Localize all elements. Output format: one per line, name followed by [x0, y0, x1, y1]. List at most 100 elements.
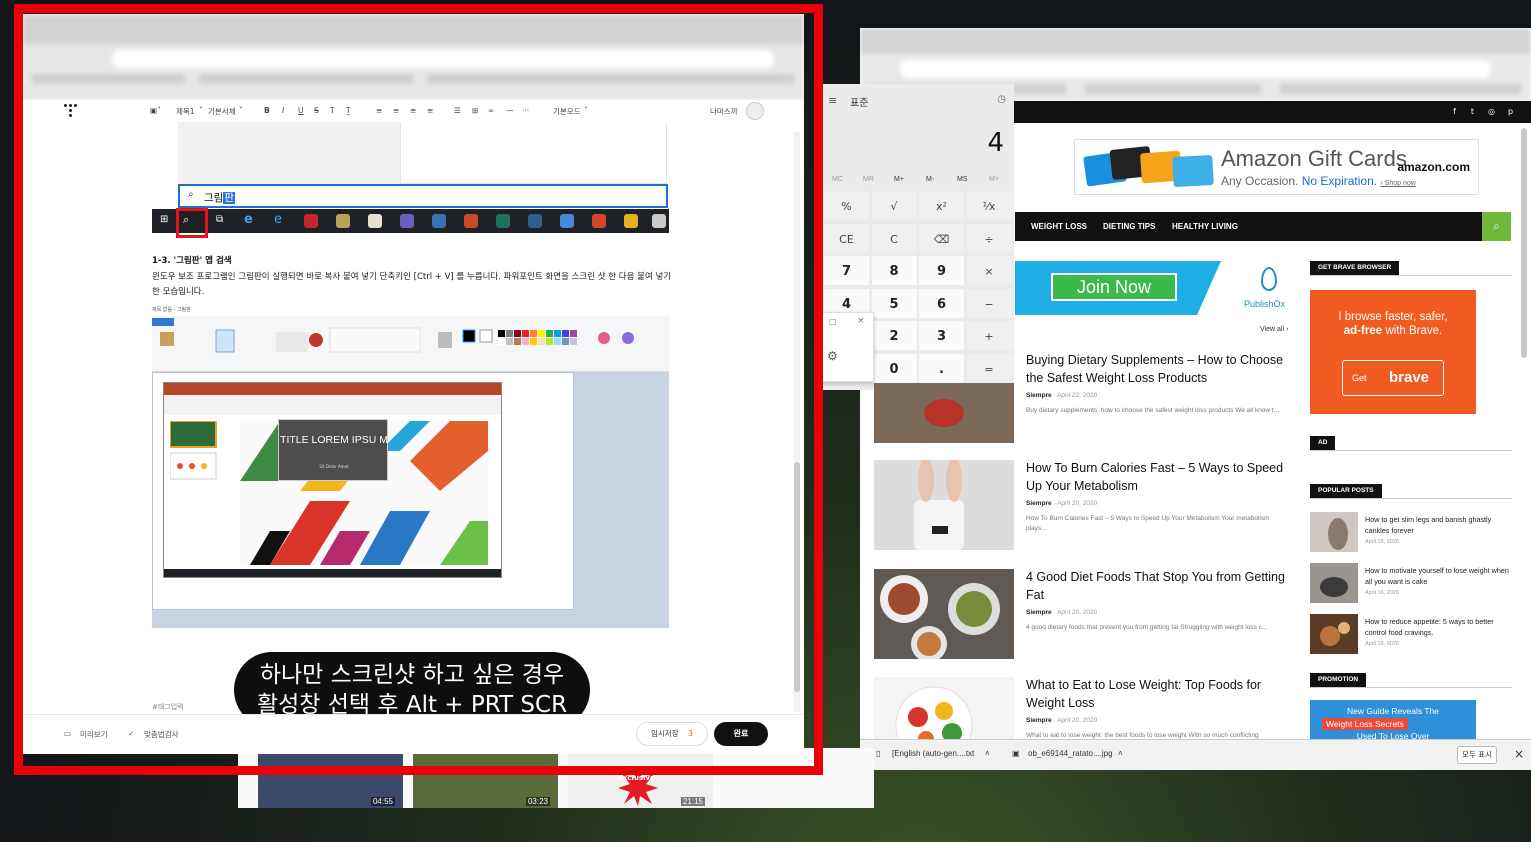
calc-key-two[interactable]: 2	[870, 320, 918, 351]
calc-key-backspace[interactable]: ⌫	[918, 222, 965, 254]
background-food-photos	[874, 383, 1014, 443]
post-excerpt: Buy dietary supplements: how to choose t…	[1026, 407, 1280, 414]
history-icon[interactable]: ◷	[997, 94, 1006, 105]
gift-cards-image	[1083, 146, 1214, 187]
twitter-icon[interactable]: t	[1468, 107, 1477, 116]
chevron-up-icon[interactable]: ˄	[985, 749, 990, 758]
maximize-icon[interactable]: □	[829, 317, 837, 326]
post-title[interactable]: Buying Dietary Supplements – How to Choo…	[1026, 352, 1296, 387]
popular-post-date: April 16, 2020	[1365, 539, 1399, 545]
memory-store-button[interactable]: MS	[957, 176, 968, 183]
txt-file-icon: ▯	[876, 749, 881, 758]
memory-clear-button[interactable]: MC	[832, 176, 843, 183]
widget-title-brave: GET BRAVE BROWSER	[1310, 261, 1400, 275]
popular-post-image	[1310, 614, 1358, 654]
download-item-1[interactable]: [English (auto-gen....txt	[892, 749, 974, 758]
nav-weight-loss[interactable]: WEIGHT LOSS	[1031, 222, 1087, 231]
calc-key-six[interactable]: 6	[918, 287, 965, 319]
calc-key-square-root[interactable]: √	[870, 190, 918, 221]
close-icon[interactable]: ×	[1514, 747, 1524, 761]
post-thumbnail-scale	[874, 460, 1014, 550]
popular-post-item[interactable]: How to get slim legs and banish ghastly …	[1310, 512, 1520, 554]
search-icon[interactable]: ⌕	[1482, 212, 1511, 241]
post-meta: Siempre · April 20, 2020	[1026, 500, 1098, 507]
calc-key-square[interactable]: x²	[918, 190, 965, 221]
social-topbar: f t ◎ p	[1010, 101, 1531, 123]
popular-post-title[interactable]: How to reduce appetite: 5 ways to better…	[1365, 616, 1515, 638]
calc-key-equals[interactable]: =	[965, 352, 1013, 384]
close-icon[interactable]: ×	[857, 316, 865, 326]
download-item-2[interactable]: ob_e69144_ratato....jpg	[1028, 749, 1113, 758]
calc-key-five[interactable]: 5	[870, 287, 918, 319]
widget-title-popular: POPULAR POSTS	[1310, 484, 1382, 498]
download-bar: ▯ [English (auto-gen....txt ˄ ▣ ob_e6914…	[860, 739, 1531, 770]
post-thumbnail-food	[874, 569, 1014, 659]
calculator-display: 4	[987, 128, 1004, 158]
post-excerpt: How To Burn Calories Fast – 5 Ways to Sp…	[1026, 515, 1270, 532]
publish0x-logo: PublishOx	[1243, 299, 1285, 309]
memory-recall-button[interactable]: MR	[863, 176, 874, 183]
exclusive-badge: Exclusive	[618, 774, 655, 782]
calc-key-seven[interactable]: 7	[823, 255, 870, 286]
memory-add-button[interactable]: M+	[894, 176, 904, 183]
post-title[interactable]: What to Eat to Lose Weight: Top Foods fo…	[1026, 677, 1296, 712]
calc-key-decimal[interactable]: .	[918, 352, 965, 384]
pinterest-icon[interactable]: p	[1506, 107, 1515, 116]
video-duration: 03:23	[525, 797, 550, 806]
facebook-icon[interactable]: f	[1450, 107, 1459, 116]
video-duration: 21:15	[680, 797, 705, 806]
post-title[interactable]: 4 Good Diet Foods That Stop You from Get…	[1026, 569, 1296, 604]
calc-key-subtract[interactable]: −	[965, 287, 1013, 319]
popular-post-title[interactable]: How to motivate yourself to lose weight …	[1365, 565, 1515, 587]
red-highlight-frame	[14, 4, 823, 775]
popular-post-item[interactable]: How to motivate yourself to lose weight …	[1310, 563, 1520, 605]
calculator-header: ≡ 표준 ◷	[822, 84, 1014, 114]
post-meta: Siempre · April 20, 2020	[1026, 717, 1098, 724]
nav-dieting-tips[interactable]: DIETING TIPS	[1103, 222, 1155, 231]
brave-ad-text: I browse faster, safer, ad-free with Brav…	[1338, 311, 1448, 337]
calc-key-add[interactable]: +	[965, 320, 1013, 351]
hamburger-menu-icon[interactable]: ≡	[828, 94, 837, 107]
calc-key-percent[interactable]: %	[823, 190, 870, 221]
calc-key-multiply[interactable]: ×	[965, 255, 1013, 286]
publish0x-drop-icon	[1261, 267, 1277, 291]
popular-post-date: April 16, 2020	[1365, 641, 1399, 647]
popular-post-image	[1310, 563, 1358, 603]
brave-browser-ad[interactable]: I browse faster, safer, ad-free with Brav…	[1310, 290, 1476, 414]
promotion-banner[interactable]: New Guide Reveals The Weight Loss Secret…	[1310, 700, 1476, 740]
widget-title-ad: AD	[1310, 436, 1336, 450]
show-all-downloads-button[interactable]: 모두 표시	[1457, 746, 1497, 764]
calc-key-eight[interactable]: 8	[870, 255, 918, 286]
join-now-button[interactable]: Join Now	[1051, 273, 1177, 301]
calc-key-reciprocal[interactable]: ¹⁄x	[965, 190, 1013, 221]
video-duration: 04:55	[370, 797, 395, 806]
widget-divider	[1310, 687, 1512, 688]
calc-key-divide[interactable]: ÷	[965, 222, 1013, 254]
calc-key-clear[interactable]: C	[870, 222, 918, 254]
calculator-mode-label: 표준	[850, 98, 869, 109]
post-excerpt: 4 good dietary foods that prevent you fr…	[1026, 624, 1268, 631]
amazon-ad-title: Amazon Gift Cards	[1221, 146, 1407, 171]
widget-divider	[1310, 275, 1512, 276]
calc-key-nine[interactable]: 9	[918, 255, 965, 286]
main-navigation: WEIGHT LOSS DIETING TIPS HEALTHY LIVING	[1015, 212, 1482, 241]
amazon-gift-card-ad[interactable]: Amazon Gift Cards Any Occasion. No Expir…	[1074, 139, 1479, 195]
calc-key-clear-entry[interactable]: CE	[823, 222, 870, 254]
website-scrollbar[interactable]	[1521, 128, 1527, 358]
calc-key-zero[interactable]: 0	[870, 352, 918, 384]
memory-list-button[interactable]: M˅	[989, 176, 999, 183]
popular-post-image	[1310, 512, 1358, 552]
post-title[interactable]: How To Burn Calories Fast – 5 Ways to Sp…	[1026, 460, 1296, 495]
nav-healthy-living[interactable]: HEALTHY LIVING	[1172, 222, 1238, 231]
popular-post-item[interactable]: How to reduce appetite: 5 ways to better…	[1310, 614, 1520, 656]
calc-key-three[interactable]: 3	[918, 320, 965, 351]
gear-icon[interactable]: ⚙	[827, 349, 838, 363]
popular-post-title[interactable]: How to get slim legs and banish ghastly …	[1365, 514, 1515, 536]
chevron-up-icon[interactable]: ˄	[1118, 749, 1123, 758]
get-brave-button[interactable]: Get brave	[1342, 360, 1444, 396]
amazon-logo: amazon.com	[1397, 160, 1470, 174]
publish0x-join-banner[interactable]: Join Now PublishOx	[1015, 261, 1293, 315]
instagram-icon[interactable]: ◎	[1487, 107, 1496, 116]
memory-subtract-button[interactable]: M-	[926, 176, 934, 183]
view-all-link[interactable]: View all ›	[1260, 326, 1288, 333]
